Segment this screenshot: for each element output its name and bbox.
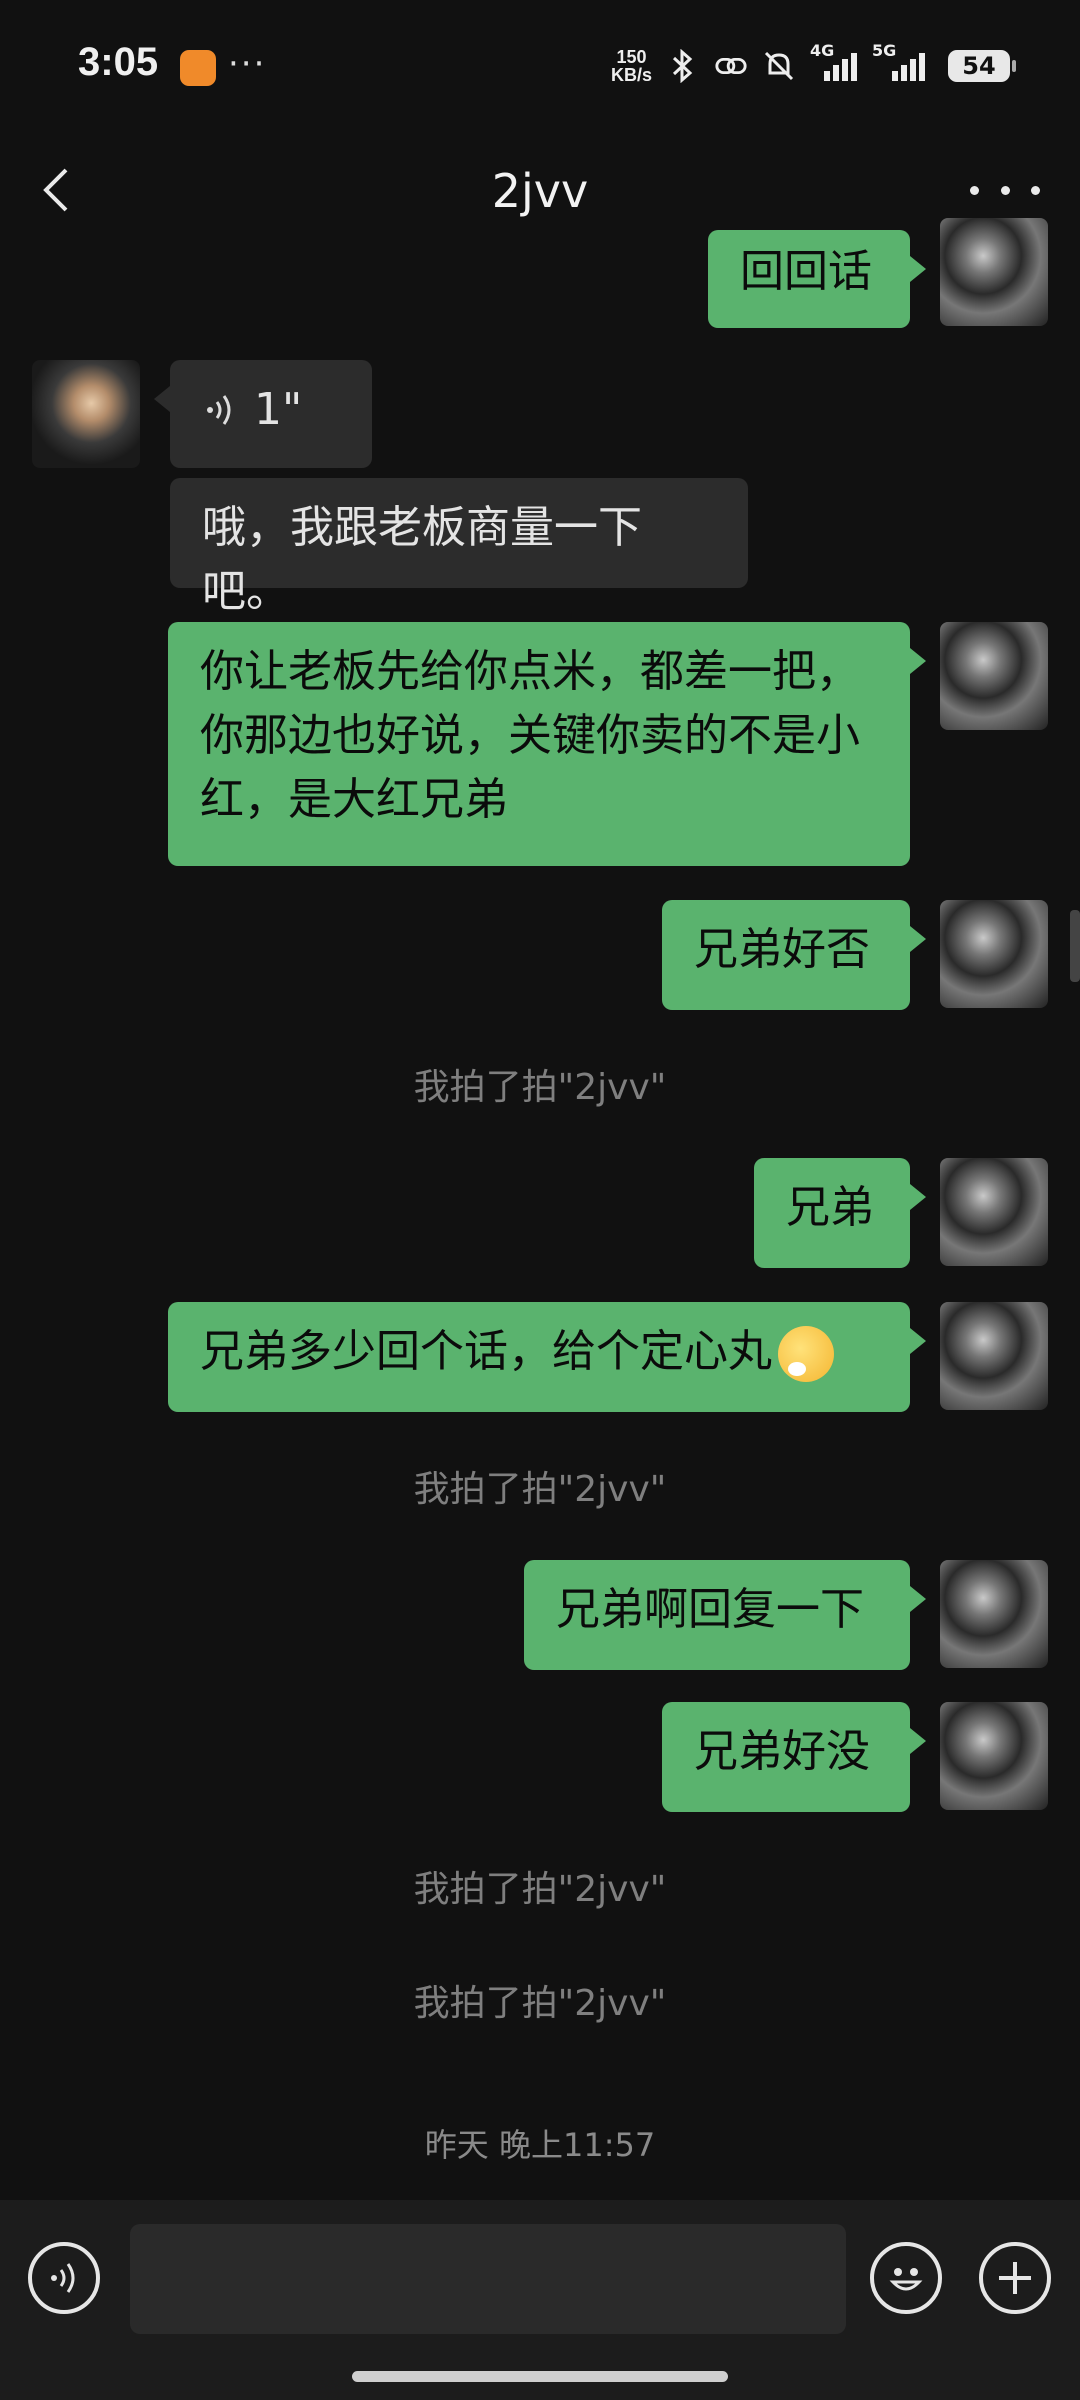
network-speed-unit: KB/s bbox=[610, 65, 652, 85]
plus-icon bbox=[999, 2262, 1031, 2294]
network-speed-value: 150 bbox=[616, 47, 647, 67]
pat-notice: 我拍了拍"2jvv" bbox=[413, 1983, 667, 2024]
pat-notice: 我拍了拍"2jvv" bbox=[413, 1067, 667, 1108]
voice-wave-icon bbox=[207, 395, 231, 425]
more-notifications-icon: ··· bbox=[228, 44, 267, 84]
home-indicator[interactable] bbox=[352, 2371, 728, 2382]
message-bubble[interactable]: 兄弟好没 bbox=[662, 1702, 926, 1812]
status-bar: 3:05 ··· 150 KB/s 4G 5G 54 bbox=[0, 0, 1080, 130]
status-icons: 150 KB/s 4G 5G 54 bbox=[611, 41, 1016, 88]
more-options-button[interactable] bbox=[970, 170, 1040, 210]
message-text: 兄弟 bbox=[786, 1182, 874, 1233]
add-attachment-button[interactable] bbox=[979, 2242, 1051, 2314]
app-notification-icon bbox=[180, 50, 216, 86]
message-text: 兄弟多少回个话，给个定心丸 bbox=[200, 1326, 772, 1377]
signal-4g-label: 4G bbox=[810, 41, 835, 60]
my-avatar[interactable] bbox=[940, 900, 1048, 1008]
signal-5g-label: 5G bbox=[872, 41, 897, 60]
my-avatar[interactable] bbox=[940, 1158, 1048, 1266]
message-bubble[interactable]: 兄弟好否 bbox=[662, 900, 926, 1010]
network-speed: 150 KB/s bbox=[611, 48, 652, 84]
signal-5g-icon: 5G bbox=[872, 41, 934, 83]
scrollbar[interactable] bbox=[1070, 910, 1080, 982]
message-bubble[interactable]: 兄弟啊回复一下 bbox=[524, 1560, 926, 1670]
my-avatar[interactable] bbox=[940, 622, 1048, 730]
mute-bell-icon bbox=[762, 49, 796, 83]
input-bar bbox=[0, 2200, 1080, 2400]
message-bubble[interactable]: 哦，我跟老板商量一下吧。 bbox=[170, 478, 748, 617]
my-avatar[interactable] bbox=[940, 218, 1048, 326]
my-avatar[interactable] bbox=[940, 1302, 1048, 1410]
my-avatar[interactable] bbox=[940, 1702, 1048, 1810]
voice-icon bbox=[51, 2263, 75, 2293]
pat-notice: 我拍了拍"2jvv" bbox=[413, 1469, 667, 1510]
message-text: 回回话 bbox=[740, 246, 872, 297]
chat-header: 2jvv bbox=[0, 130, 1080, 255]
pat-notice: 我拍了拍"2jvv" bbox=[413, 1869, 667, 1910]
link-icon bbox=[714, 49, 748, 83]
status-time: 3:05 bbox=[78, 40, 159, 84]
message-text: 兄弟好没 bbox=[694, 1726, 870, 1777]
message-bubble[interactable]: 兄弟多少回个话，给个定心丸 bbox=[168, 1302, 926, 1412]
emoji-icon bbox=[778, 1326, 834, 1382]
message-timestamp: 昨天 晚上11:57 bbox=[424, 2126, 656, 2164]
message-input[interactable] bbox=[130, 2224, 846, 2334]
emoji-button[interactable] bbox=[870, 2242, 942, 2314]
message-bubble[interactable]: 你让老板先给你点米，都差一把，你那边也好说，关键你卖的不是小红，是大红兄弟 bbox=[168, 622, 926, 866]
voice-input-button[interactable] bbox=[28, 2242, 100, 2314]
emoji-smile-icon bbox=[889, 2268, 923, 2291]
contact-avatar[interactable] bbox=[32, 360, 140, 468]
signal-4g-icon: 4G bbox=[810, 41, 858, 83]
battery-indicator: 54 bbox=[948, 50, 1016, 82]
message-text: 兄弟啊回复一下 bbox=[556, 1584, 864, 1635]
my-avatar[interactable] bbox=[940, 1560, 1048, 1668]
bluetooth-icon bbox=[666, 49, 700, 83]
message-text: 你让老板先给你点米，都差一把，你那边也好说，关键你卖的不是小红，是大红兄弟 bbox=[200, 646, 860, 825]
message-bubble[interactable]: 回回话 bbox=[708, 230, 926, 328]
chat-title: 2jvv bbox=[491, 164, 589, 218]
message-text: 哦，我跟老板商量一下吧。 bbox=[202, 502, 642, 617]
message-bubble[interactable]: 兄弟 bbox=[754, 1158, 926, 1268]
voice-message[interactable]: 1" bbox=[154, 360, 372, 468]
voice-duration: 1" bbox=[254, 384, 303, 435]
message-text: 兄弟好否 bbox=[694, 924, 870, 975]
